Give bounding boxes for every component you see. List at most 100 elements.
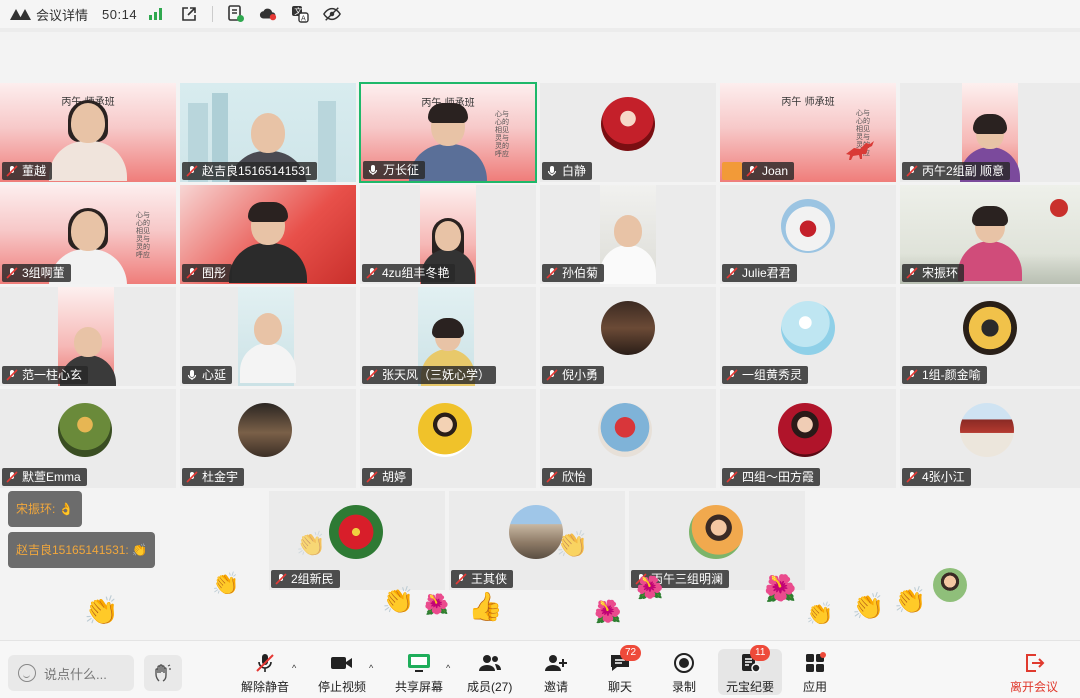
participant-name-tag: 胡婷 [362, 468, 413, 486]
record-button[interactable]: 录制 [672, 651, 696, 695]
participant-name-tag: 默萱Emma [2, 468, 87, 486]
smiley-icon [18, 664, 36, 682]
audio-options-caret-icon[interactable]: ^ [292, 663, 296, 673]
mic-muted-icon [366, 267, 378, 279]
participant-name-tag: Julie君君 [722, 264, 797, 282]
clap-emoji-icon: 👏 [894, 586, 927, 616]
invite-button[interactable]: 邀请 [544, 651, 568, 695]
video-tile[interactable]: 丙午2组副 顺意 [900, 83, 1080, 182]
raise-hand-icon [155, 664, 171, 682]
meeting-details-link[interactable]: 会议详情 [36, 5, 88, 24]
members-button[interactable]: 成员(27) [467, 651, 512, 695]
cloud-record-icon[interactable] [259, 5, 277, 23]
participant-avatar [58, 403, 112, 457]
mic-icon [367, 164, 379, 176]
toolbar-divider [212, 6, 214, 22]
participant-avatar [689, 505, 743, 559]
video-tile[interactable]: 心与 心的相见 灵与 灵的呼应 3组啊董 [0, 185, 176, 284]
participant-name-tag: 白静 [542, 162, 593, 180]
video-tile[interactable]: 倪小勇 [540, 287, 716, 386]
video-tile[interactable]: 4zu组丰冬艳 [360, 185, 536, 284]
video-camera-icon [331, 657, 352, 669]
mic-muted-icon [746, 165, 758, 177]
mic-muted-icon [906, 471, 918, 483]
chat-button[interactable]: 72 聊天 [608, 645, 642, 695]
stop-video-button[interactable]: 停止视频 [318, 651, 366, 695]
horse-illustration [846, 141, 874, 160]
video-tile[interactable]: 1组-颜金喻 [900, 287, 1080, 386]
video-tile[interactable]: 白静 [540, 83, 716, 182]
video-tile[interactable]: 心延 [180, 287, 356, 386]
chat-bubble: 宋振环: 👌 [8, 491, 82, 527]
video-tile[interactable]: 胡婷 [360, 389, 536, 488]
video-tile[interactable]: 默萱Emma [0, 389, 176, 488]
video-tile[interactable]: 赵吉良15165141531 [180, 83, 356, 182]
clap-emoji-icon: 👏 [382, 586, 415, 616]
flower-emoji-icon: 🌺 [594, 600, 622, 625]
chat-sender: 宋振环: [16, 502, 56, 516]
video-tile[interactable]: 4张小江 [900, 389, 1080, 488]
video-tile[interactable]: 囿彤 [180, 185, 356, 284]
poster-vertical-text: 心与 心的相见 灵与 灵的呼应 [495, 110, 509, 158]
video-tile-active-speaker[interactable]: 丙午 师承班 心与 心的相见 灵与 灵的呼应 万长征 [359, 82, 537, 183]
mic-muted-icon [546, 471, 558, 483]
thumbs-up-emoji-icon: 👍 [468, 590, 503, 623]
share-screen-icon [408, 654, 430, 672]
network-signal-icon[interactable] [149, 8, 163, 20]
clap-emoji-icon: 👏 [556, 530, 589, 560]
participant-avatar [781, 301, 835, 355]
video-tile[interactable]: 孙伯菊 [540, 185, 716, 284]
video-tile[interactable]: 宋振环 [900, 185, 1080, 284]
share-screen-button[interactable]: 共享屏幕 [395, 651, 443, 695]
mic-muted-icon [366, 471, 378, 483]
mic-muted-icon [726, 267, 738, 279]
participant-name-tag: 张天风（三妩心学） [362, 366, 497, 384]
mic-muted-icon [256, 654, 274, 672]
flower-emoji-icon: 🌺 [424, 592, 449, 616]
apps-grid-icon [806, 652, 826, 672]
video-options-caret-icon[interactable]: ^ [369, 663, 373, 673]
mic-muted-icon [546, 267, 558, 279]
participant-avatar [598, 403, 652, 457]
top-bar: 会议详情 50:14 文A [0, 0, 1080, 28]
popout-window-icon[interactable] [180, 5, 198, 23]
video-tile[interactable]: 范一柱心玄 [0, 287, 176, 386]
participant-avatar [963, 301, 1017, 355]
mic-muted-icon [186, 267, 198, 279]
unmute-button[interactable]: 解除静音 [241, 651, 289, 695]
apps-button[interactable]: 应用 [803, 651, 827, 695]
chat-unread-badge: 72 [620, 645, 642, 661]
share-options-caret-icon[interactable]: ^ [446, 663, 450, 673]
chat-quick-input[interactable]: 说点什么... [8, 655, 134, 691]
participant-name-tag: 万长征 [363, 161, 426, 179]
participant-name-tag: 赵吉良15165141531 [182, 162, 318, 180]
mic-muted-icon [6, 471, 18, 483]
participant-name-tag: 董越 [2, 162, 53, 180]
video-tile[interactable]: 丙午 师承班 心与 心的相见 灵与 灵的呼应 Joan [720, 83, 896, 182]
video-tile[interactable]: 欣怡 [540, 389, 716, 488]
invite-icon [545, 655, 567, 671]
participant-name-tag: 王其侠 [451, 570, 514, 588]
participant-name-tag: 宋振环 [902, 264, 965, 282]
participant-name-tag: 心延 [182, 366, 233, 384]
clap-emoji-icon: 👏 [132, 543, 148, 557]
video-tile[interactable]: 张天风（三妩心学） [360, 287, 536, 386]
participant-avatar [418, 403, 472, 457]
video-tile[interactable]: 一组黄秀灵 [720, 287, 896, 386]
mic-muted-icon [186, 165, 198, 177]
meeting-minutes-icon[interactable] [227, 5, 245, 23]
participant-avatar [509, 505, 563, 559]
video-tile[interactable]: 杜金宇 [180, 389, 356, 488]
video-tile[interactable]: 四组～田方霞 [720, 389, 896, 488]
video-tile[interactable]: 王其侠 [449, 491, 625, 590]
raise-hand-button[interactable] [144, 655, 182, 691]
hide-view-icon[interactable] [323, 5, 341, 23]
clap-emoji-icon: 👏 [852, 592, 885, 622]
mic-muted-icon [6, 369, 18, 381]
meeting-minutes-button[interactable]: 11 元宝纪要 [718, 645, 783, 695]
video-tile[interactable]: Julie君君 [720, 185, 896, 284]
translate-icon[interactable]: 文A [291, 5, 309, 23]
participant-avatar [329, 505, 383, 559]
video-tile[interactable]: 丙午 师承班 董越 [0, 83, 176, 182]
leave-meeting-button[interactable]: 离开会议 [1010, 651, 1058, 695]
